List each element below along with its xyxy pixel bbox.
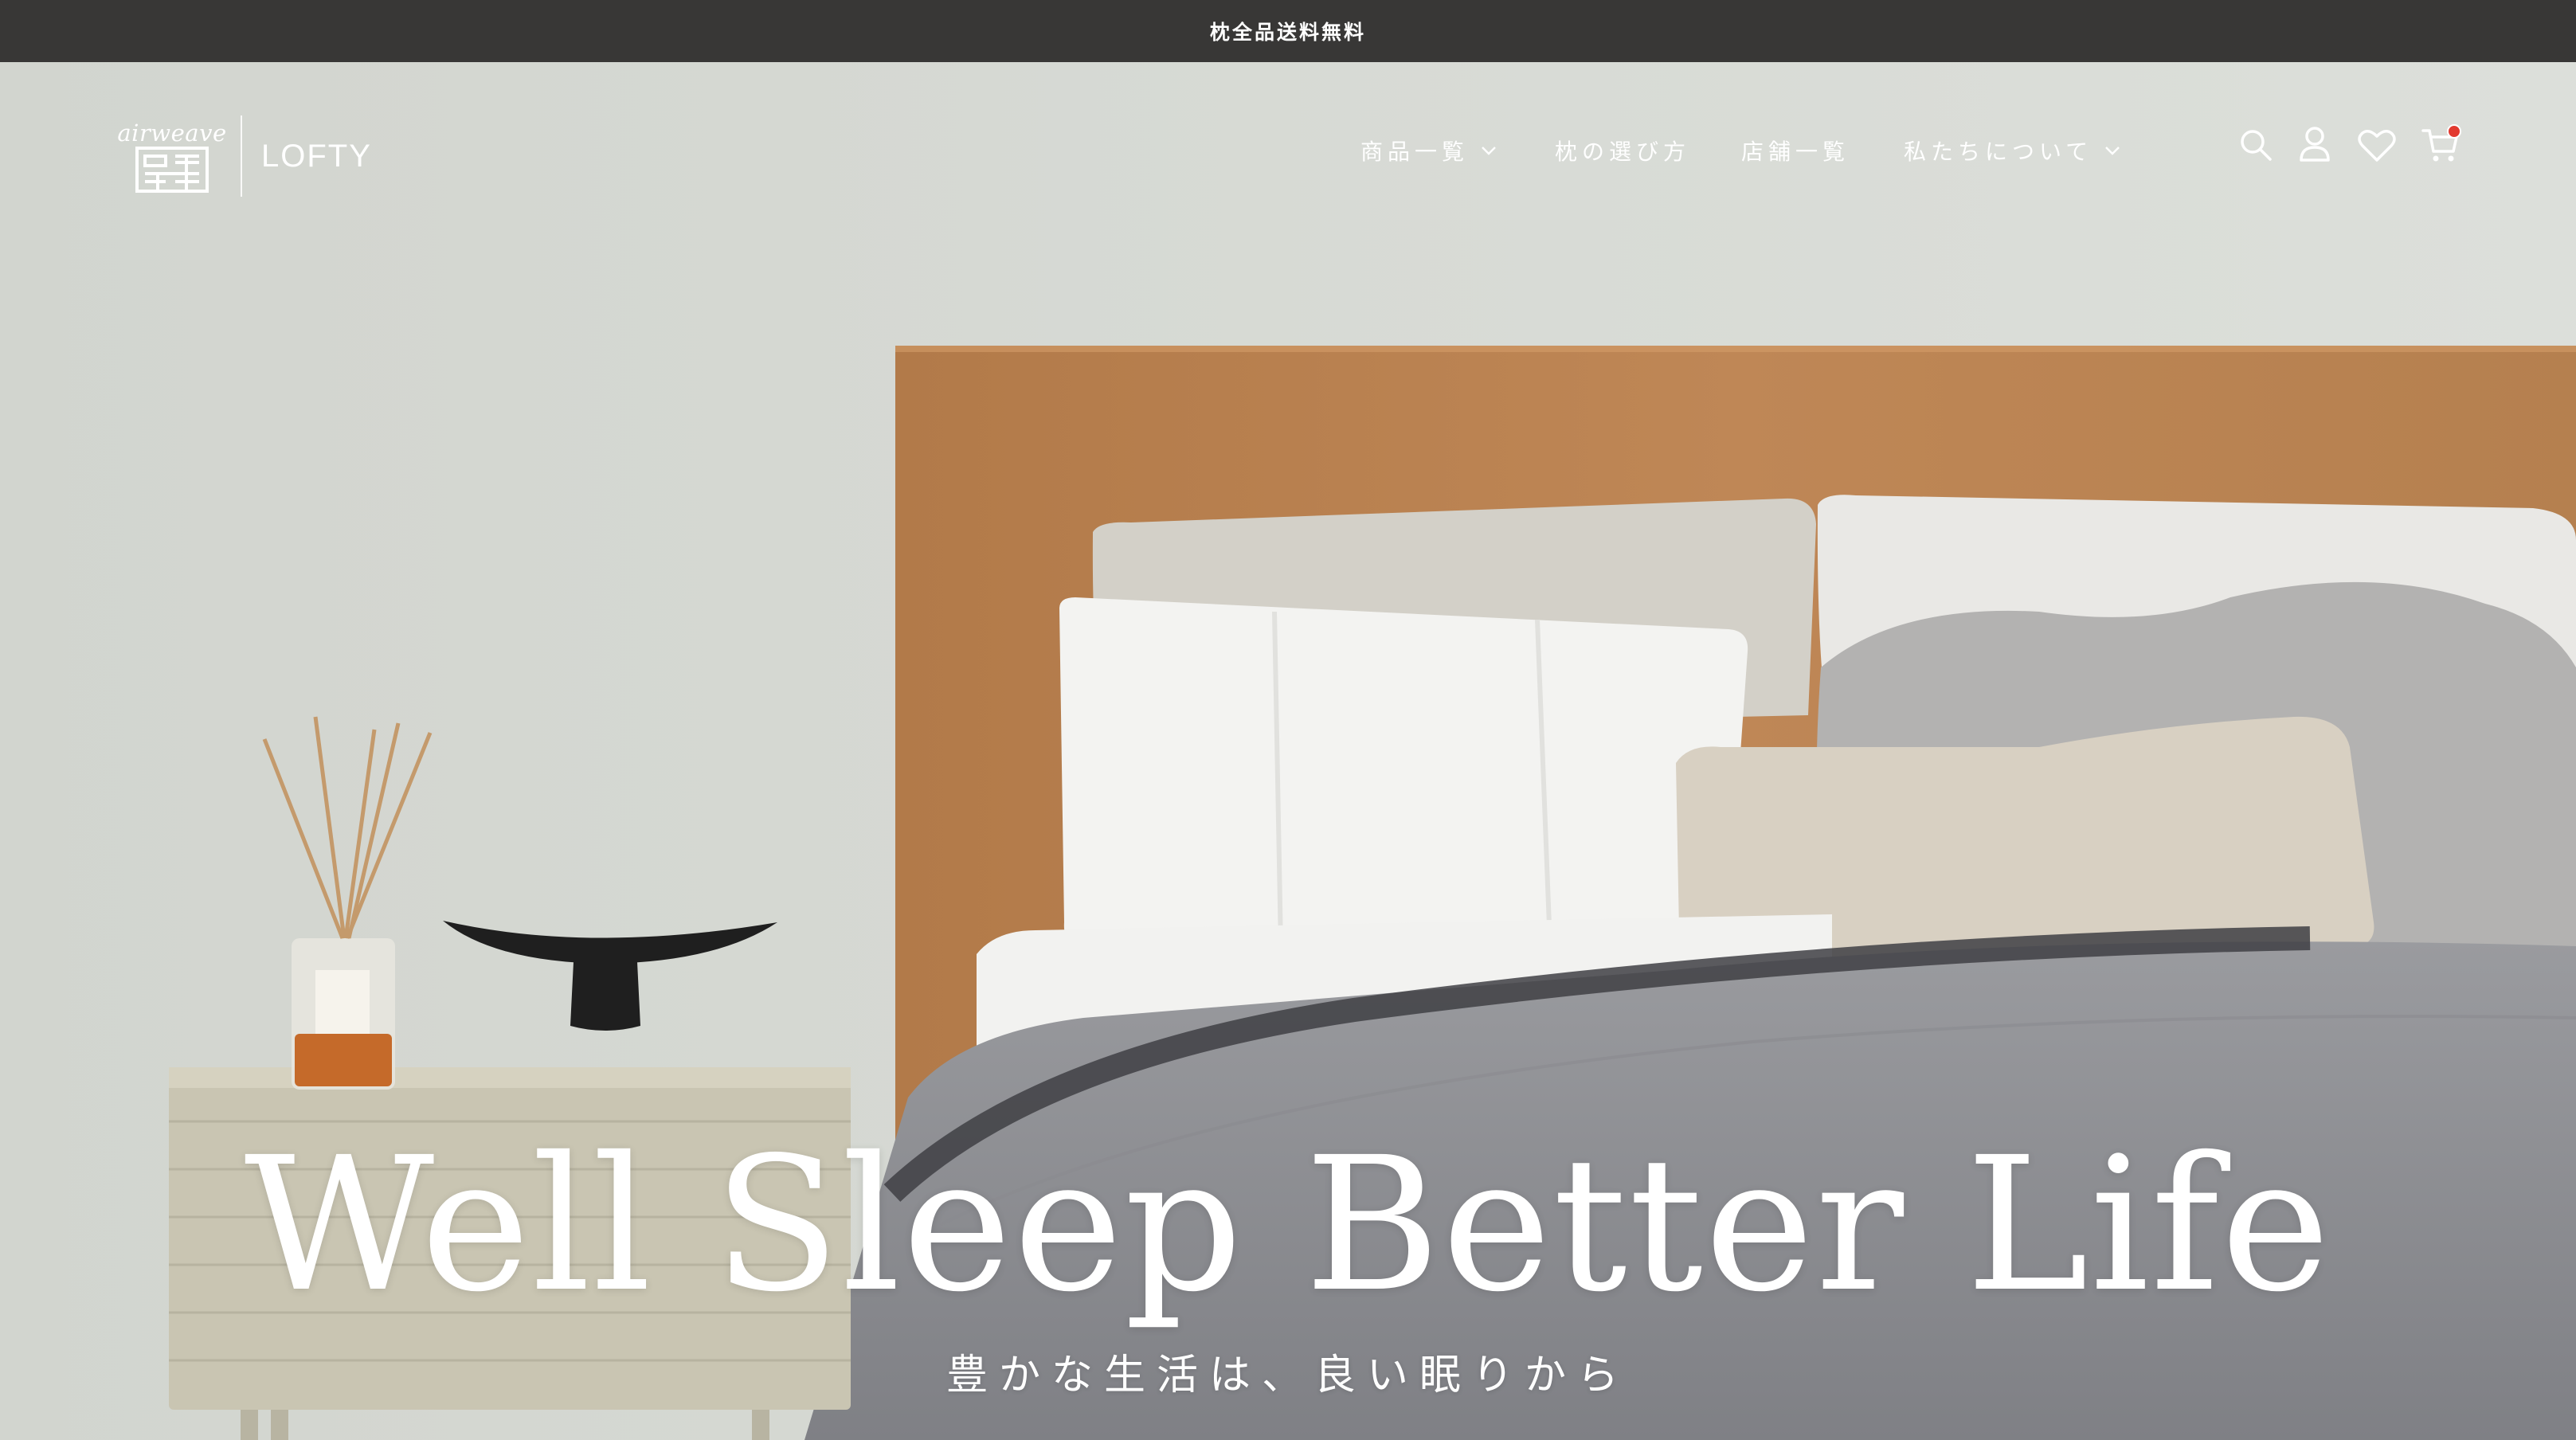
nav-products-label: 商品一覧: [1360, 139, 1470, 165]
cart-button[interactable]: [2421, 124, 2461, 167]
search-icon: [2241, 130, 2272, 161]
site-header: airweave LOFTY 商品一覧 枕の選び方 店舗一覧 私たちについて: [0, 62, 2576, 237]
chevron-down-icon: [2105, 147, 2120, 155]
account-icon: [2300, 127, 2330, 162]
hero-headline: Well Sleep Better Life: [244, 1117, 2332, 1332]
search-button[interactable]: [2238, 127, 2273, 166]
chevron-down-icon: [1482, 147, 1496, 155]
airweave-logo: airweave: [117, 119, 227, 193]
hero-subheadline: 豊かな生活は、良い眠りから: [945, 1352, 1630, 1399]
nav-products[interactable]: 商品一覧: [1360, 132, 1497, 169]
nav-pillow-guide-label: 枕の選び方: [1555, 139, 1691, 165]
nav-stores[interactable]: 店舗一覧: [1741, 132, 1850, 169]
wishlist-button[interactable]: [2358, 129, 2396, 166]
cart-badge: [2447, 124, 2461, 139]
logo-divider: [241, 115, 242, 197]
nav-about[interactable]: 私たちについて: [1904, 132, 2121, 169]
airweave-emblem-icon: [135, 147, 209, 193]
account-button[interactable]: [2297, 126, 2332, 166]
wishlist-heart-icon: [2358, 130, 2396, 162]
nav-stores-label: 店舗一覧: [1741, 139, 1850, 165]
announcement-text: 枕全品送料無料: [1209, 21, 1366, 44]
brand-logo[interactable]: airweave LOFTY: [117, 108, 372, 204]
lofty-wordmark: LOFTY: [261, 138, 372, 174]
nav-about-label: 私たちについて: [1904, 139, 2093, 165]
announcement-bar: 枕全品送料無料: [0, 0, 2576, 62]
nav-pillow-guide[interactable]: 枕の選び方: [1555, 132, 1690, 169]
airweave-wordmark: airweave: [117, 119, 227, 147]
